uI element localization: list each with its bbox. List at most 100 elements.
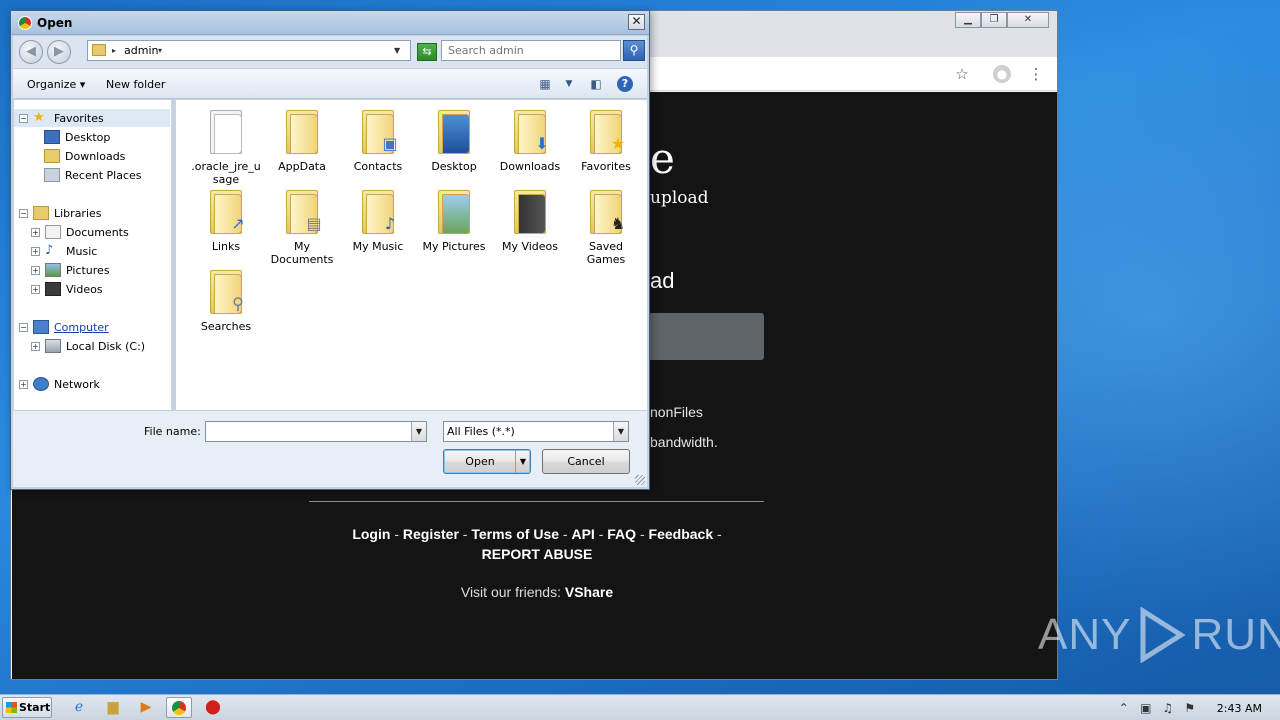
file-item[interactable]: Desktop: [418, 108, 490, 173]
file-name-label: File name:: [144, 425, 201, 438]
help-icon[interactable]: ?: [617, 76, 633, 92]
refresh-icon[interactable]: ⇆: [417, 43, 437, 61]
organize-menu[interactable]: Organize ▾: [27, 78, 85, 91]
register-link[interactable]: Register: [403, 526, 459, 542]
open-button[interactable]: Open ▼: [443, 449, 531, 474]
internet-explorer-icon[interactable]: ℯ: [66, 697, 92, 718]
nav-recent-places[interactable]: Recent Places: [44, 166, 142, 184]
address-dropdown-icon[interactable]: ▼: [394, 46, 400, 55]
file-item[interactable]: ♞ Saved Games: [570, 188, 642, 266]
expand-icon[interactable]: +: [31, 341, 40, 351]
nav-pictures[interactable]: + Pictures: [31, 261, 110, 279]
file-explorer-icon[interactable]: ▆: [100, 697, 126, 718]
system-tray: ⌃ ▣ ♫ ⚑ 2:43 AM: [1113, 695, 1280, 720]
cancel-button[interactable]: Cancel: [542, 449, 630, 474]
expand-icon[interactable]: +: [31, 284, 40, 294]
volume-icon[interactable]: ♫: [1157, 701, 1179, 715]
taskbar: Start ℯ ▆ ▶ ⬤ ⌃ ▣ ♫ ⚑ 2:43 AM: [0, 694, 1280, 720]
file-item[interactable]: ♪ My Music: [342, 188, 414, 253]
nav-favorites[interactable]: − ★ Favorites: [14, 109, 170, 127]
close-button[interactable]: ✕: [1007, 12, 1049, 28]
dialog-close-button[interactable]: ✕: [628, 14, 645, 30]
start-button[interactable]: Start: [2, 697, 52, 718]
terms-link[interactable]: Terms of Use: [471, 526, 559, 542]
nav-label: Recent Places: [65, 168, 142, 182]
nav-documents[interactable]: + Documents: [31, 223, 129, 241]
file-name-combobox[interactable]: ▼: [205, 421, 427, 442]
file-item[interactable]: My Videos: [494, 188, 566, 253]
login-link[interactable]: Login: [352, 526, 390, 542]
file-type-dropdown-icon[interactable]: ▼: [613, 422, 628, 441]
new-folder-button[interactable]: New folder: [106, 78, 165, 91]
view-dropdown-icon[interactable]: ▼: [561, 76, 577, 92]
forward-arrow-icon[interactable]: ▶: [47, 40, 71, 64]
star-icon: ★: [586, 108, 626, 156]
vshare-link[interactable]: VShare: [565, 584, 613, 600]
file-item[interactable]: ⬇ Downloads: [494, 108, 566, 173]
upload-button[interactable]: [650, 313, 764, 360]
file-name: My Pictures: [422, 240, 486, 253]
file-name-input[interactable]: [206, 422, 406, 441]
documents-icon: [45, 225, 61, 239]
expand-icon[interactable]: +: [31, 246, 40, 256]
nav-computer[interactable]: − Computer: [19, 318, 109, 336]
file-item[interactable]: AppData: [266, 108, 338, 173]
profile-avatar-icon[interactable]: ●: [993, 65, 1011, 83]
nav-desktop[interactable]: Desktop: [44, 128, 110, 146]
file-name-dropdown-icon[interactable]: ▼: [411, 422, 426, 441]
anyrun-watermark: ANY RUN: [1038, 607, 1280, 663]
nav-libraries[interactable]: − Libraries: [19, 204, 102, 222]
chrome-taskbar-icon[interactable]: [166, 697, 192, 718]
api-link[interactable]: API: [571, 526, 594, 542]
media-player-icon[interactable]: ▶: [133, 697, 159, 718]
search-input[interactable]: [442, 41, 620, 60]
clock[interactable]: 2:43 AM: [1201, 702, 1280, 715]
network-status-icon[interactable]: ▣: [1135, 701, 1157, 715]
feedback-link[interactable]: Feedback: [649, 526, 714, 542]
open-split-dropdown-icon[interactable]: ▼: [515, 450, 530, 473]
nav-network[interactable]: + Network: [19, 375, 100, 393]
resize-grip-icon[interactable]: [635, 475, 645, 485]
watermark-text-left: ANY: [1038, 610, 1132, 659]
file-item[interactable]: ⚲ Searches: [190, 268, 262, 333]
opera-icon[interactable]: ⬤: [200, 697, 226, 718]
nav-videos[interactable]: + Videos: [31, 280, 103, 298]
action-center-flag-icon[interactable]: ⚑: [1179, 701, 1201, 715]
nav-downloads[interactable]: Downloads: [44, 147, 125, 165]
file-item[interactable]: ★ Favorites: [570, 108, 642, 173]
view-options-icon[interactable]: ▦: [537, 76, 553, 92]
minimize-button[interactable]: ▁: [955, 12, 981, 28]
report-abuse-link[interactable]: REPORT ABUSE: [482, 546, 593, 562]
expand-icon[interactable]: +: [19, 379, 28, 389]
file-item[interactable]: ▤ My Documents: [266, 188, 338, 266]
expand-icon[interactable]: +: [31, 265, 40, 275]
file-item[interactable]: ▣ Contacts: [342, 108, 414, 173]
expand-icon[interactable]: +: [31, 227, 40, 237]
address-bar[interactable]: ▸ admin ▾ ▼: [87, 40, 411, 61]
file-item[interactable]: .oracle_jre_u sage: [190, 108, 262, 186]
chevron-down-icon[interactable]: ▾: [158, 46, 162, 55]
collapse-icon[interactable]: −: [19, 322, 28, 332]
menu-kebab-icon[interactable]: ⋮: [1027, 65, 1045, 83]
magnifier-icon: ⚲: [206, 268, 246, 316]
file-item[interactable]: ↗ Links: [190, 188, 262, 253]
bookmark-star-icon[interactable]: ☆: [953, 65, 971, 83]
search-box[interactable]: [441, 40, 621, 61]
nav-music[interactable]: + ♪ Music: [31, 242, 97, 260]
address-path[interactable]: admin: [124, 44, 158, 57]
organize-label: Organize: [27, 78, 77, 91]
chevron-right-icon[interactable]: ▸: [112, 46, 116, 55]
libraries-icon: [33, 206, 49, 220]
collapse-icon[interactable]: −: [19, 113, 28, 123]
search-icon[interactable]: ⚲: [623, 40, 645, 61]
collapse-icon[interactable]: −: [19, 208, 28, 218]
restore-button[interactable]: ❐: [981, 12, 1007, 28]
file-type-select[interactable]: All Files (*.*) ▼: [443, 421, 629, 442]
show-hidden-icons-icon[interactable]: ⌃: [1113, 701, 1135, 715]
back-arrow-icon[interactable]: ◀: [19, 40, 43, 64]
file-item[interactable]: My Pictures: [418, 188, 490, 253]
nav-local-disk[interactable]: + Local Disk (C:): [31, 337, 145, 355]
faq-link[interactable]: FAQ: [607, 526, 636, 542]
nav-label: Videos: [66, 282, 103, 296]
preview-pane-icon[interactable]: ◧: [588, 76, 604, 92]
